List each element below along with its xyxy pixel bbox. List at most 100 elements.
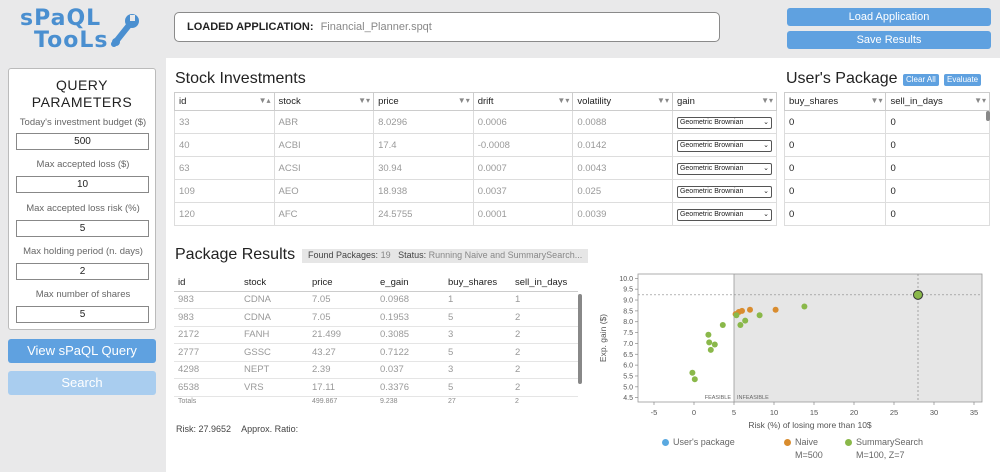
- stock-row[interactable]: 63 ACSI 30.94 0.0007 0.0043 Geometric Brownia…: [174, 156, 778, 180]
- stock-cell-stock: ACBI: [273, 133, 375, 157]
- stock-cell-drift: 0.0007: [472, 156, 574, 180]
- loaded-application-label: LOADED APPLICATION:: [187, 21, 314, 33]
- load-application-button[interactable]: Load Application: [787, 8, 991, 26]
- clear-all-button[interactable]: Clear All: [903, 74, 939, 86]
- filter-icon[interactable]: ▼▾: [761, 96, 773, 105]
- results-col-sell-in-days: sell_in_days: [511, 275, 578, 292]
- stock-cell-volatility: 0.0043: [572, 156, 673, 180]
- stock-row[interactable]: 40 ACBI 17.4 -0.0008 0.0142 Geometric Brownia…: [174, 133, 778, 157]
- spaql-tools-logo: sPaQL TooLs: [20, 6, 150, 53]
- summarysearch-point: [719, 321, 726, 328]
- legend-summarysearch-dot: [845, 439, 852, 447]
- package-cell-buy_shares[interactable]: 0: [783, 110, 887, 134]
- stock-cell-volatility: 0.0088: [572, 110, 673, 134]
- save-results-button[interactable]: Save Results: [787, 31, 991, 49]
- stock-header-row: id ▼▴ stock ▼▾ price ▼▾ drift ▼▾ volatility ▼…: [174, 92, 778, 111]
- summarysearch-point: [742, 317, 749, 324]
- package-scrollbar[interactable]: [986, 111, 990, 121]
- results-row[interactable]: 4298 NEPT 2.39 0.037 3 2: [174, 361, 578, 379]
- package-cell-buy_shares[interactable]: 0: [783, 133, 887, 157]
- stock-row[interactable]: 120 AFC 24.5755 0.0001 0.0039 Geometric Brown…: [174, 202, 778, 226]
- results-row[interactable]: 983 CDNA 7.05 0.1953 5 2: [174, 308, 578, 327]
- view-spaql-query-button[interactable]: View sPaQL Query: [8, 339, 156, 363]
- max-shares-input[interactable]: 5: [16, 306, 149, 323]
- chevron-down-icon: ⌄: [763, 187, 769, 195]
- summarysearch-point: [756, 312, 763, 319]
- package-cell-sell_in_days[interactable]: 0: [885, 133, 990, 157]
- gain-model-select[interactable]: Geometric Brownian ⌄: [676, 116, 772, 129]
- results-cell-sell_in_days: 1: [511, 291, 578, 309]
- package-cell-buy_shares[interactable]: 0: [783, 202, 887, 226]
- stock-cell-stock: AFC: [273, 202, 375, 226]
- package-cell-buy_shares[interactable]: 0: [783, 179, 887, 203]
- results-cell-stock: NEPT: [240, 361, 308, 379]
- stock-row[interactable]: 33 ABR 8.0296 0.0006 0.0088 Geometric Brownia…: [174, 110, 778, 134]
- gain-model-select[interactable]: Geometric Brownian ⌄: [676, 185, 772, 198]
- max-holding-input[interactable]: 2: [16, 263, 149, 280]
- filter-icon[interactable]: ▼▾: [657, 96, 669, 105]
- stock-cell-price: 17.4: [373, 133, 474, 157]
- query-title-line-1: QUERY: [55, 77, 109, 93]
- results-row[interactable]: 983 CDNA 7.05 0.0968 1 1: [174, 291, 578, 309]
- x-tick-label: 20: [850, 408, 858, 417]
- y-tick-label: 5.0: [623, 384, 633, 391]
- results-row[interactable]: 2777 GSSC 43.27 0.7122 5 2: [174, 343, 578, 362]
- y-tick-label: 10.0: [619, 276, 633, 283]
- stock-cell-price: 24.5755: [373, 202, 474, 226]
- filter-icon[interactable]: ▼▾: [358, 96, 370, 105]
- package-cell-sell_in_days[interactable]: 0: [885, 202, 990, 226]
- stock-col-volatility[interactable]: volatility ▼▾: [572, 92, 673, 111]
- status-value: Running Naive and SummarySearch...: [428, 250, 583, 260]
- stock-row[interactable]: 109 AEO 18.938 0.0037 0.025 Geometric Brownia…: [174, 179, 778, 203]
- filter-icon[interactable]: ▼▾: [974, 96, 986, 105]
- stock-col-price-label: price: [378, 96, 399, 107]
- stock-col-stock[interactable]: stock ▼▾: [273, 92, 375, 111]
- stock-col-drift-label: drift: [477, 96, 494, 107]
- package-col-buy-shares-label: buy_shares: [789, 96, 839, 107]
- results-scrollbar[interactable]: [578, 294, 582, 384]
- package-col-buy-shares[interactable]: buy_shares ▼▾: [783, 92, 887, 111]
- package-cell-sell_in_days[interactable]: 0: [885, 179, 990, 203]
- stock-col-price[interactable]: price ▼▾: [373, 92, 474, 111]
- package-cell-sell_in_days[interactable]: 0: [885, 110, 990, 134]
- gain-model-select[interactable]: Geometric Brownian ⌄: [676, 162, 772, 175]
- totals-e-gain: 9.238: [380, 397, 398, 405]
- stock-col-drift[interactable]: drift ▼▾: [472, 92, 574, 111]
- package-col-sell-in-days[interactable]: sell_in_days ▼▾: [885, 92, 990, 111]
- results-cell-id: 2172: [174, 326, 240, 344]
- max-loss-input[interactable]: 10: [16, 176, 149, 193]
- naive-point: [747, 306, 753, 313]
- stock-col-id[interactable]: id ▼▴: [174, 92, 275, 111]
- results-cell-sell_in_days: 2: [511, 361, 578, 379]
- package-cell-sell_in_days[interactable]: 0: [885, 156, 990, 180]
- package-cell-buy_shares[interactable]: 0: [783, 156, 887, 180]
- legend-users-package: User's package: [662, 437, 735, 447]
- results-row[interactable]: 2172 FANH 21.499 0.3085 3 2: [174, 326, 578, 344]
- results-cell-stock: CDNA: [240, 291, 308, 309]
- budget-input[interactable]: 500: [16, 133, 149, 150]
- filter-icon[interactable]: ▼▾: [871, 96, 883, 105]
- package-results-title: Package Results: [175, 246, 296, 263]
- stock-col-volatility-label: volatility: [577, 96, 612, 107]
- legend-naive: Naive M=500: [784, 437, 823, 460]
- max-loss-risk-input[interactable]: 5: [16, 220, 149, 237]
- gain-model-select[interactable]: Geometric Brownian ⌄: [676, 139, 772, 152]
- stock-col-stock-label: stock: [278, 96, 301, 107]
- search-button[interactable]: Search: [8, 371, 156, 395]
- evaluate-button[interactable]: Evaluate: [944, 74, 982, 86]
- results-cell-price: 7.05: [308, 291, 376, 309]
- totals-buy-shares: 27: [448, 397, 456, 405]
- gain-model-select[interactable]: Geometric Brownian ⌄: [676, 208, 772, 221]
- filter-icon[interactable]: ▼▾: [557, 96, 569, 105]
- filter-sort-icon[interactable]: ▼▴: [259, 96, 271, 105]
- stock-col-gain[interactable]: gain ▼▾: [671, 92, 778, 111]
- results-row[interactable]: 6538 VRS 17.11 0.3376 5 2: [174, 378, 578, 397]
- legend-summarysearch-label: SummarySearch: [856, 437, 924, 447]
- stock-cell-volatility: 0.0039: [572, 202, 673, 226]
- max-shares-label: Max number of shares: [35, 289, 131, 300]
- naive-point: [739, 307, 745, 314]
- filter-icon[interactable]: ▼▾: [458, 96, 470, 105]
- top-bar: sPaQL TooLs LOADED APPLICATION: Financia…: [0, 0, 1000, 58]
- results-cell-buy_shares: 5: [444, 378, 511, 397]
- results-col-price: price: [308, 275, 376, 292]
